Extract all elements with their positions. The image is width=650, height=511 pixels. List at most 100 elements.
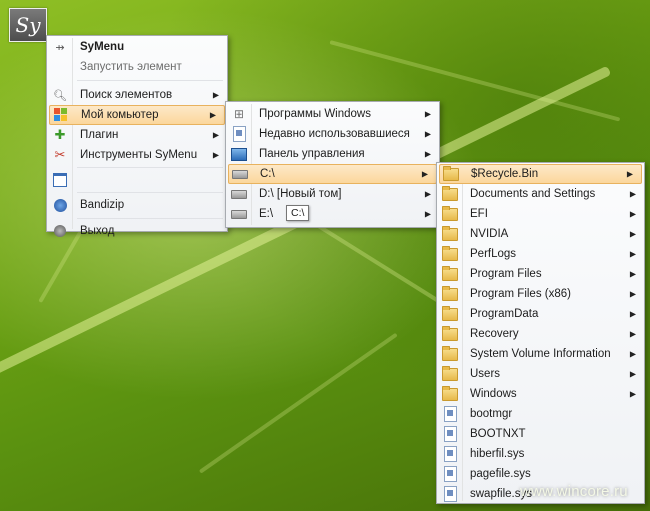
folder-label: EFI (470, 208, 488, 220)
submenu-arrow-icon: ▶ (629, 209, 636, 219)
folder-icon (442, 185, 458, 202)
magnifier-icon: 🔍︎ (53, 89, 67, 102)
folder-icon (442, 265, 458, 282)
folder-item[interactable]: System Volume Information ▶ (437, 344, 644, 364)
folder-icon (442, 245, 458, 262)
run-item-hint: Запустить элемент (47, 57, 227, 77)
file-icon (442, 406, 458, 422)
separator (77, 167, 223, 168)
submenu-arrow-icon: ▶ (421, 169, 428, 179)
folder-icon (442, 205, 458, 222)
folder-icon (442, 225, 458, 242)
symenu-header: ⇸ SyMenu (47, 37, 227, 57)
submenu-arrow-icon: ▶ (626, 169, 633, 179)
file-icon (442, 466, 458, 482)
folder-item[interactable]: Users ▶ (437, 364, 644, 384)
symenu-logo[interactable]: Sy (9, 8, 47, 42)
folder-label: ProgramData (470, 308, 539, 320)
menu-item-tools[interactable]: ✂ Инструменты SyMenu ▶ (47, 145, 227, 165)
watermark: www.wincore.ru (520, 483, 628, 500)
file-label: BOOTNXT (470, 428, 526, 440)
submenu-arrow-icon: ▶ (212, 150, 219, 160)
folder-icon (442, 345, 458, 362)
folder-icon (442, 325, 458, 342)
menu-item-bandizip[interactable]: Bandizip (47, 195, 227, 215)
folder-item[interactable]: NVIDIA ▶ (437, 224, 644, 244)
folder-label: Program Files (470, 268, 542, 280)
separator (77, 192, 223, 193)
c-drive-list: $Recycle.Bin ▶ Documents and Settings ▶ EFI ▶… (437, 163, 644, 504)
folder-item[interactable]: Documents and Settings ▶ (437, 184, 644, 204)
folder-item[interactable]: Program Files (x86) ▶ (437, 284, 644, 304)
file-label: pagefile.sys (470, 468, 531, 480)
submenu-arrow-icon: ▶ (424, 149, 431, 159)
menu-item-search[interactable]: 🔍︎ Поиск элементов ▶ (47, 85, 227, 105)
power-icon (52, 223, 68, 239)
file-item[interactable]: BOOTNXT (437, 424, 644, 444)
submenu-arrow-icon: ▶ (212, 90, 219, 100)
file-item[interactable]: bootmgr (437, 404, 644, 424)
folder-item[interactable]: ProgramData ▶ (437, 304, 644, 324)
folder-item[interactable]: Program Files ▶ (437, 264, 644, 284)
file-label: bootmgr (470, 408, 513, 420)
folder-icon (443, 165, 459, 182)
folder-label: Recovery (470, 328, 519, 340)
folder-icon (442, 385, 458, 402)
my-computer-submenu: ⊞ Программы Windows ▶ Недавно использова… (225, 101, 440, 228)
submenu-item-drive-d[interactable]: D:\ [Новый том] ▶ (226, 184, 439, 204)
submenu-arrow-icon: ▶ (629, 309, 636, 319)
folder-label: Users (470, 368, 501, 380)
file-item[interactable]: hiberfil.sys (437, 444, 644, 464)
submenu-arrow-icon: ▶ (424, 109, 431, 119)
file-icon (442, 486, 458, 502)
menu-item-window[interactable] (47, 170, 227, 190)
folder-label: Windows (470, 388, 517, 400)
drive-icon (232, 166, 248, 182)
folder-label: NVIDIA (470, 228, 509, 240)
submenu-arrow-icon: ▶ (629, 229, 636, 239)
submenu-item-recent[interactable]: Недавно использовавшиеся ▶ (226, 124, 439, 144)
submenu-arrow-icon: ▶ (424, 209, 431, 219)
menu-title: SyMenu (80, 41, 125, 53)
folder-item[interactable]: $Recycle.Bin ▶ (439, 164, 642, 184)
menu-item-plugin[interactable]: ✚ Плагин ▶ (47, 125, 227, 145)
file-item[interactable]: pagefile.sys (437, 464, 644, 484)
menu-item-my-computer[interactable]: Мой комьютер ▶ (49, 105, 225, 125)
submenu-arrow-icon: ▶ (629, 269, 636, 279)
control-panel-icon (231, 146, 247, 162)
folder-icon (442, 365, 458, 382)
logo-text: Sy (15, 13, 41, 37)
drive-icon (231, 206, 247, 222)
bandizip-icon (52, 197, 68, 213)
file-icon (442, 426, 458, 442)
submenu-item-drive-c[interactable]: C:\ ▶ (228, 164, 437, 184)
submenu-arrow-icon: ▶ (629, 389, 636, 399)
file-icon (442, 446, 458, 462)
folder-icon (442, 285, 458, 302)
submenu-arrow-icon: ▶ (212, 130, 219, 140)
submenu-item-drive-e[interactable]: E:\ ▶ (226, 204, 439, 224)
pin-icon[interactable]: ⇸ (52, 39, 68, 55)
submenu-arrow-icon: ▶ (629, 349, 636, 359)
tools-icon: ✂ (54, 147, 66, 162)
separator (77, 218, 223, 219)
submenu-item-control-panel[interactable]: Панель управления ▶ (226, 144, 439, 164)
folder-icon (442, 305, 458, 322)
folder-item[interactable]: Recovery ▶ (437, 324, 644, 344)
symenu-main-menu: ⇸ SyMenu Запустить элемент 🔍︎ Поиск элем… (46, 35, 228, 237)
submenu-arrow-icon: ▶ (629, 369, 636, 379)
submenu-item-windows-programs[interactable]: ⊞ Программы Windows ▶ (226, 104, 439, 124)
c-drive-submenu: $Recycle.Bin ▶ Documents and Settings ▶ EFI ▶… (436, 162, 645, 504)
folder-label: $Recycle.Bin (471, 168, 539, 180)
folder-item[interactable]: PerfLogs ▶ (437, 244, 644, 264)
folder-item[interactable]: Windows ▶ (437, 384, 644, 404)
menu-subtitle: Запустить элемент (80, 61, 182, 73)
menu-item-exit[interactable]: Выход (47, 221, 227, 241)
folder-item[interactable]: EFI ▶ (437, 204, 644, 224)
recent-docs-icon (231, 126, 247, 142)
folder-label: PerfLogs (470, 248, 517, 260)
programs-grid-icon: ⊞ (233, 107, 245, 121)
separator (77, 80, 223, 81)
submenu-arrow-icon: ▶ (424, 129, 431, 139)
submenu-arrow-icon: ▶ (629, 329, 636, 339)
